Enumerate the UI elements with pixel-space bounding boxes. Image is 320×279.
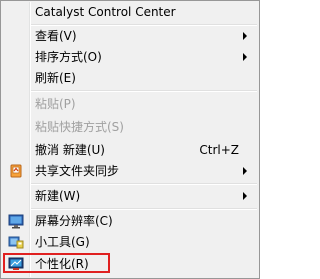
submenu-arrow-icon xyxy=(243,167,247,175)
menu-item-label: 粘贴快捷方式(S) xyxy=(35,120,124,134)
menu-item-refresh[interactable]: 刷新(E) xyxy=(3,68,257,88)
menu-item-label: 撤消 新建(U) xyxy=(35,143,105,157)
menu-item-new[interactable]: 新建(W) xyxy=(3,186,257,206)
menu-item-label: 刷新(E) xyxy=(35,71,76,85)
menu-item-paste: 粘贴(P) xyxy=(3,94,257,114)
menu-item-shortcut: Ctrl+Z xyxy=(199,143,239,157)
menu-item-personalize[interactable]: 个性化(R) xyxy=(3,254,257,274)
menu-item-undo-new[interactable]: 撤消 新建(U) Ctrl+Z xyxy=(3,140,257,160)
menu-item-label: 新建(W) xyxy=(35,189,81,203)
menu-item-catalyst-control-center[interactable]: Catalyst Control Center xyxy=(3,2,257,22)
separator xyxy=(31,90,257,92)
menu-item-label: 小工具(G) xyxy=(35,235,90,249)
display-icon xyxy=(8,213,24,229)
menu-item-sort-by[interactable]: 排序方式(O) xyxy=(3,47,257,67)
separator xyxy=(31,208,257,210)
menu-item-shared-folder-sync[interactable]: 共享文件夹同步 xyxy=(3,161,257,181)
menu-item-paste-shortcut: 粘贴快捷方式(S) xyxy=(3,117,257,137)
menu-item-gadgets[interactable]: 小工具(G) xyxy=(3,232,257,252)
menu-item-view[interactable]: 查看(V) xyxy=(3,26,257,46)
menu-item-label: 个性化(R) xyxy=(35,257,89,271)
submenu-arrow-icon xyxy=(243,192,247,200)
sync-icon xyxy=(8,163,24,179)
submenu-arrow-icon xyxy=(243,53,247,61)
context-menu: Catalyst Control Center 查看(V) 排序方式(O) 刷新… xyxy=(0,0,260,279)
submenu-arrow-icon xyxy=(243,32,247,40)
menu-item-label: 共享文件夹同步 xyxy=(35,164,120,178)
menu-item-label: 排序方式(O) xyxy=(35,50,102,64)
menu-item-label: Catalyst Control Center xyxy=(35,5,176,19)
menu-item-label: 查看(V) xyxy=(35,29,77,43)
gadgets-icon xyxy=(8,234,24,250)
menu-item-label: 屏幕分辨率(C) xyxy=(35,214,113,228)
menu-item-label: 粘贴(P) xyxy=(35,97,76,111)
personalize-icon xyxy=(8,256,24,272)
separator xyxy=(31,183,257,185)
menu-item-screen-resolution[interactable]: 屏幕分辨率(C) xyxy=(3,211,257,231)
